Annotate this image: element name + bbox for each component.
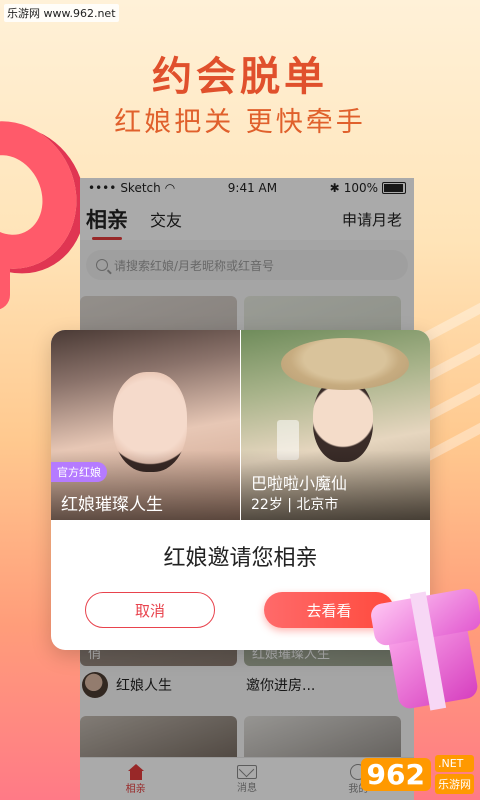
guest-photo[interactable]: 巴啦啦小魔仙 22岁 | 北京市 (241, 330, 430, 520)
promo-subline: 红娘把关 更快牵手 (114, 107, 366, 138)
guest-meta: 22岁 | 北京市 (251, 497, 339, 513)
promo-headline: 约会脱单 (152, 54, 328, 100)
matchmaker-photo[interactable]: 官方红娘 红娘璀璨人生 (51, 330, 240, 520)
modal-title: 红娘邀请您相亲 (163, 546, 318, 571)
hat-image (281, 338, 409, 390)
watermark-bottom: 962 .NET 乐游网 (360, 755, 474, 794)
watermark-top: 乐游网 www.962.net (4, 4, 119, 22)
guest-name: 巴啦啦小魔仙 (251, 474, 348, 493)
matchmaker-name: 红娘璀璨人生 (61, 495, 163, 515)
watermark-number: 962 (360, 758, 431, 791)
official-badge: 官方红娘 (51, 462, 107, 482)
watermark-text: 乐游网 (435, 774, 474, 794)
watermark-net: .NET (435, 755, 474, 772)
ring-tail-decoration (0, 250, 10, 310)
cancel-button[interactable]: 取消 (85, 592, 215, 628)
invite-modal: 官方红娘 红娘璀璨人生 巴啦啦小魔仙 22岁 | 北京市 红娘邀请您相亲 取消 … (51, 330, 430, 650)
